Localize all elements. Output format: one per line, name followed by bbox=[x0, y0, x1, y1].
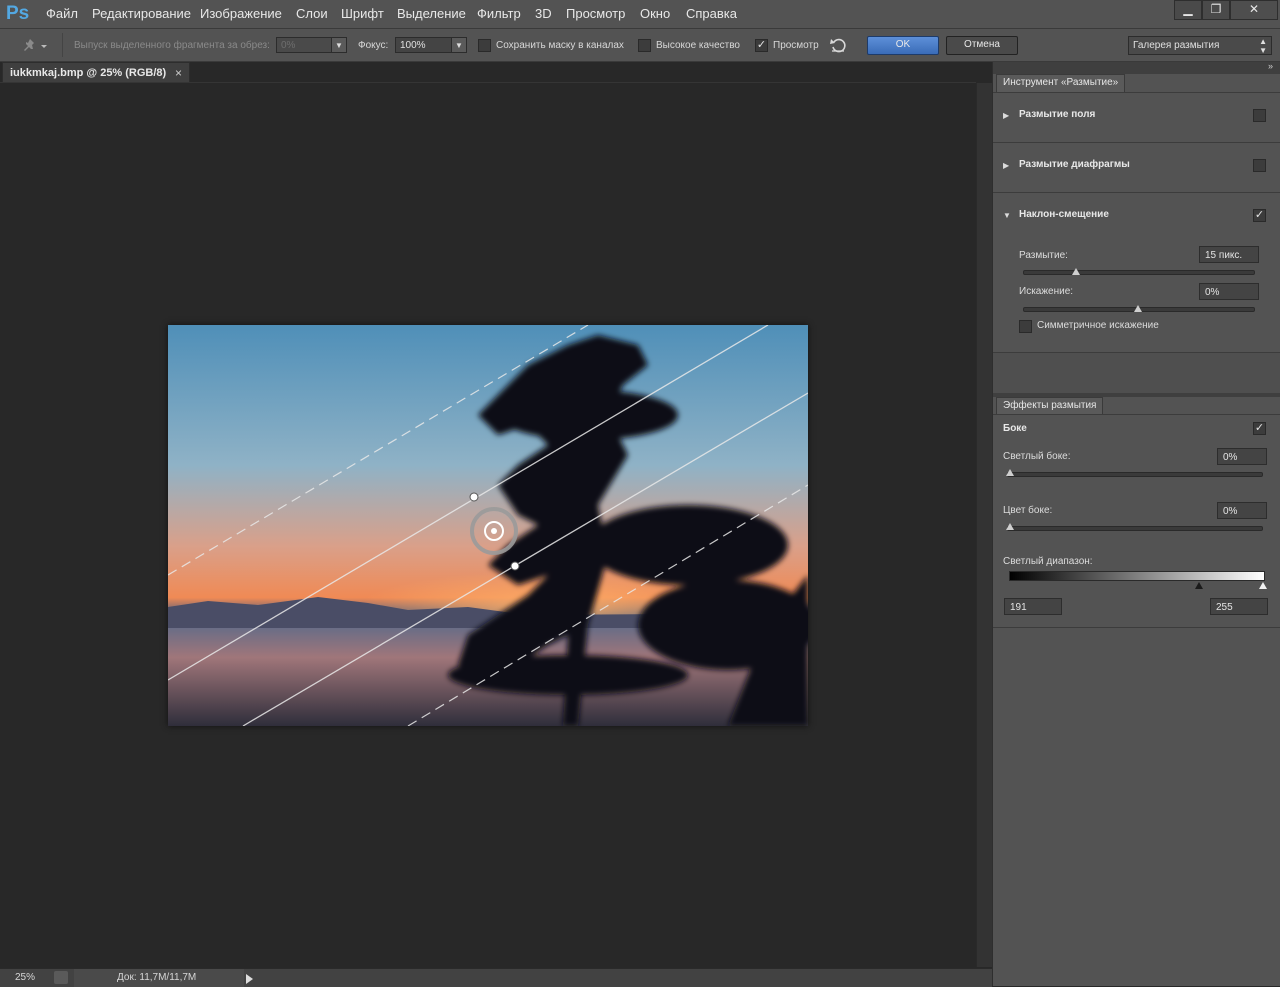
light-range-min-thumb[interactable] bbox=[1195, 582, 1203, 589]
symmetric-distortion-label: Симметричное искажение bbox=[1037, 320, 1159, 331]
collapse-icon[interactable]: » bbox=[1268, 61, 1273, 71]
status-bar: 25% Док: 11,7M/11,7M bbox=[0, 968, 992, 987]
tool-preset-picker[interactable] bbox=[18, 36, 48, 54]
symmetric-distortion-checkbox[interactable] bbox=[1019, 320, 1032, 333]
menu-bar: Ps Файл Редактирование Изображение Слои … bbox=[0, 0, 1280, 29]
light-range-max-thumb[interactable] bbox=[1259, 582, 1267, 589]
minimize-button[interactable]: ▁ bbox=[1174, 0, 1202, 20]
output-value: 0% bbox=[281, 40, 296, 51]
menu-view[interactable]: Просмотр bbox=[566, 6, 625, 21]
close-button[interactable]: ✕ bbox=[1230, 0, 1278, 20]
ok-button[interactable]: OK bbox=[867, 36, 939, 55]
workspace-select[interactable]: Галерея размытия ▲ ▼ bbox=[1128, 36, 1272, 55]
light-range-label: Светлый диапазон: bbox=[1003, 556, 1093, 567]
chevron-down-icon[interactable]: ▼ bbox=[451, 38, 466, 52]
menu-window[interactable]: Окно bbox=[640, 6, 670, 21]
restore-button[interactable]: ❐ bbox=[1202, 0, 1230, 20]
divider bbox=[993, 92, 1280, 93]
divider bbox=[993, 414, 1280, 415]
undo-icon bbox=[830, 38, 846, 53]
divider bbox=[993, 627, 1280, 628]
vertical-scrollbar[interactable] bbox=[976, 83, 992, 967]
blur-slider-track[interactable] bbox=[1023, 270, 1255, 275]
updown-arrow-icon: ▲ ▼ bbox=[1259, 37, 1267, 55]
blur-panel: » Инструмент «Размытие» ▶ Размытие поля … bbox=[992, 61, 1280, 986]
pin-icon bbox=[24, 39, 47, 51]
panel-spacer bbox=[993, 353, 1280, 393]
divider bbox=[993, 192, 1280, 193]
tilt-shift-title[interactable]: Наклон-смещение bbox=[1019, 209, 1109, 220]
menu-file[interactable]: Файл bbox=[46, 6, 78, 21]
sunset-tree-photo bbox=[168, 325, 808, 726]
bokeh-color-value-field[interactable]: 0% bbox=[1217, 502, 1267, 519]
output-field[interactable]: 0% ▼ bbox=[276, 37, 347, 53]
zoom-level[interactable]: 25% bbox=[15, 972, 35, 983]
light-range-max-field[interactable]: 255 bbox=[1210, 598, 1268, 615]
blur-value-field[interactable]: 15 пикс. bbox=[1199, 246, 1259, 263]
menu-help[interactable]: Справка bbox=[686, 6, 737, 21]
save-mask-checkbox[interactable] bbox=[478, 39, 491, 52]
menu-image[interactable]: Изображение bbox=[200, 6, 282, 21]
bokeh-color-label: Цвет боке: bbox=[1003, 505, 1053, 516]
expand-triangle-icon[interactable]: ▶ bbox=[1003, 161, 1009, 170]
menu-type[interactable]: Шрифт bbox=[341, 6, 384, 21]
focus-field[interactable]: 100% ▼ bbox=[395, 37, 467, 53]
bokeh-color-slider-track[interactable] bbox=[1007, 526, 1263, 531]
workspace-value: Галерея размытия bbox=[1133, 40, 1220, 51]
menu-filter[interactable]: Фильтр bbox=[477, 6, 521, 21]
distortion-label: Искажение: bbox=[1019, 286, 1074, 297]
document-tab[interactable]: iukkmkaj.bmp @ 25% (RGB/8) × bbox=[2, 62, 190, 83]
light-range-gradient bbox=[1009, 571, 1265, 581]
panel-header-strip: » bbox=[993, 61, 1280, 74]
doc-info-field: Док: 11,7M/11,7M bbox=[74, 969, 244, 987]
menu-layers[interactable]: Слои bbox=[296, 6, 328, 21]
bokeh-label: Боке bbox=[1003, 423, 1027, 434]
document-tab-title: iukkmkaj.bmp @ 25% (RGB/8) bbox=[10, 67, 167, 79]
light-bokeh-slider-track[interactable] bbox=[1007, 472, 1263, 477]
light-bokeh-slider-thumb[interactable] bbox=[1006, 469, 1014, 476]
focus-value: 100% bbox=[400, 40, 426, 51]
menu-select[interactable]: Выделение bbox=[397, 6, 466, 21]
collapse-triangle-icon[interactable]: ▼ bbox=[1003, 211, 1011, 220]
menu-3d[interactable]: 3D bbox=[535, 6, 552, 21]
light-bokeh-label: Светлый боке: bbox=[1003, 451, 1071, 462]
preview-label: Просмотр bbox=[773, 40, 819, 51]
output-label: Выпуск выделенного фрагмента за обрез: bbox=[74, 40, 270, 51]
menu-edit[interactable]: Редактирование bbox=[92, 6, 191, 21]
bokeh-color-slider-thumb[interactable] bbox=[1006, 523, 1014, 530]
divider bbox=[993, 142, 1280, 143]
tab-blur-effects[interactable]: Эффекты размытия bbox=[996, 397, 1104, 415]
tab-blur-tools[interactable]: Инструмент «Размытие» bbox=[996, 74, 1126, 92]
distortion-slider-thumb[interactable] bbox=[1134, 305, 1142, 312]
preview-checkbox[interactable]: ✓ bbox=[755, 39, 768, 52]
high-quality-label: Высокое качество bbox=[656, 40, 740, 51]
light-range-min-field[interactable]: 191 bbox=[1004, 598, 1062, 615]
iris-blur-title[interactable]: Размытие диафрагмы bbox=[1019, 159, 1130, 170]
save-mask-label: Сохранить маску в каналах bbox=[496, 40, 624, 51]
close-icon[interactable]: × bbox=[175, 66, 182, 80]
field-blur-title[interactable]: Размытие поля bbox=[1019, 109, 1095, 120]
high-quality-checkbox[interactable] bbox=[638, 39, 651, 52]
options-bar: Выпуск выделенного фрагмента за обрез: 0… bbox=[0, 29, 1280, 62]
chevron-down-icon[interactable]: ▼ bbox=[331, 38, 346, 52]
reset-pins-button[interactable] bbox=[828, 35, 848, 55]
document-info-icon[interactable] bbox=[54, 971, 68, 984]
distortion-value-field[interactable]: 0% bbox=[1199, 283, 1259, 300]
play-arrow-icon[interactable] bbox=[246, 974, 253, 984]
divider bbox=[62, 33, 63, 57]
iris-blur-checkbox[interactable] bbox=[1253, 159, 1266, 172]
blur-slider-thumb[interactable] bbox=[1071, 268, 1080, 275]
document-image[interactable] bbox=[168, 325, 808, 726]
cancel-button[interactable]: Отмена bbox=[946, 36, 1018, 55]
bokeh-checkbox[interactable]: ✓ bbox=[1253, 422, 1266, 435]
field-blur-checkbox[interactable] bbox=[1253, 109, 1266, 122]
light-bokeh-value-field[interactable]: 0% bbox=[1217, 448, 1267, 465]
blur-label: Размытие: bbox=[1019, 250, 1068, 261]
focus-label: Фокус: bbox=[358, 40, 389, 51]
photoshop-logo: Ps bbox=[6, 3, 30, 24]
expand-triangle-icon[interactable]: ▶ bbox=[1003, 111, 1009, 120]
doc-size: Док: 11,7M/11,7M bbox=[117, 972, 197, 983]
tilt-shift-checkbox[interactable]: ✓ bbox=[1253, 209, 1266, 222]
